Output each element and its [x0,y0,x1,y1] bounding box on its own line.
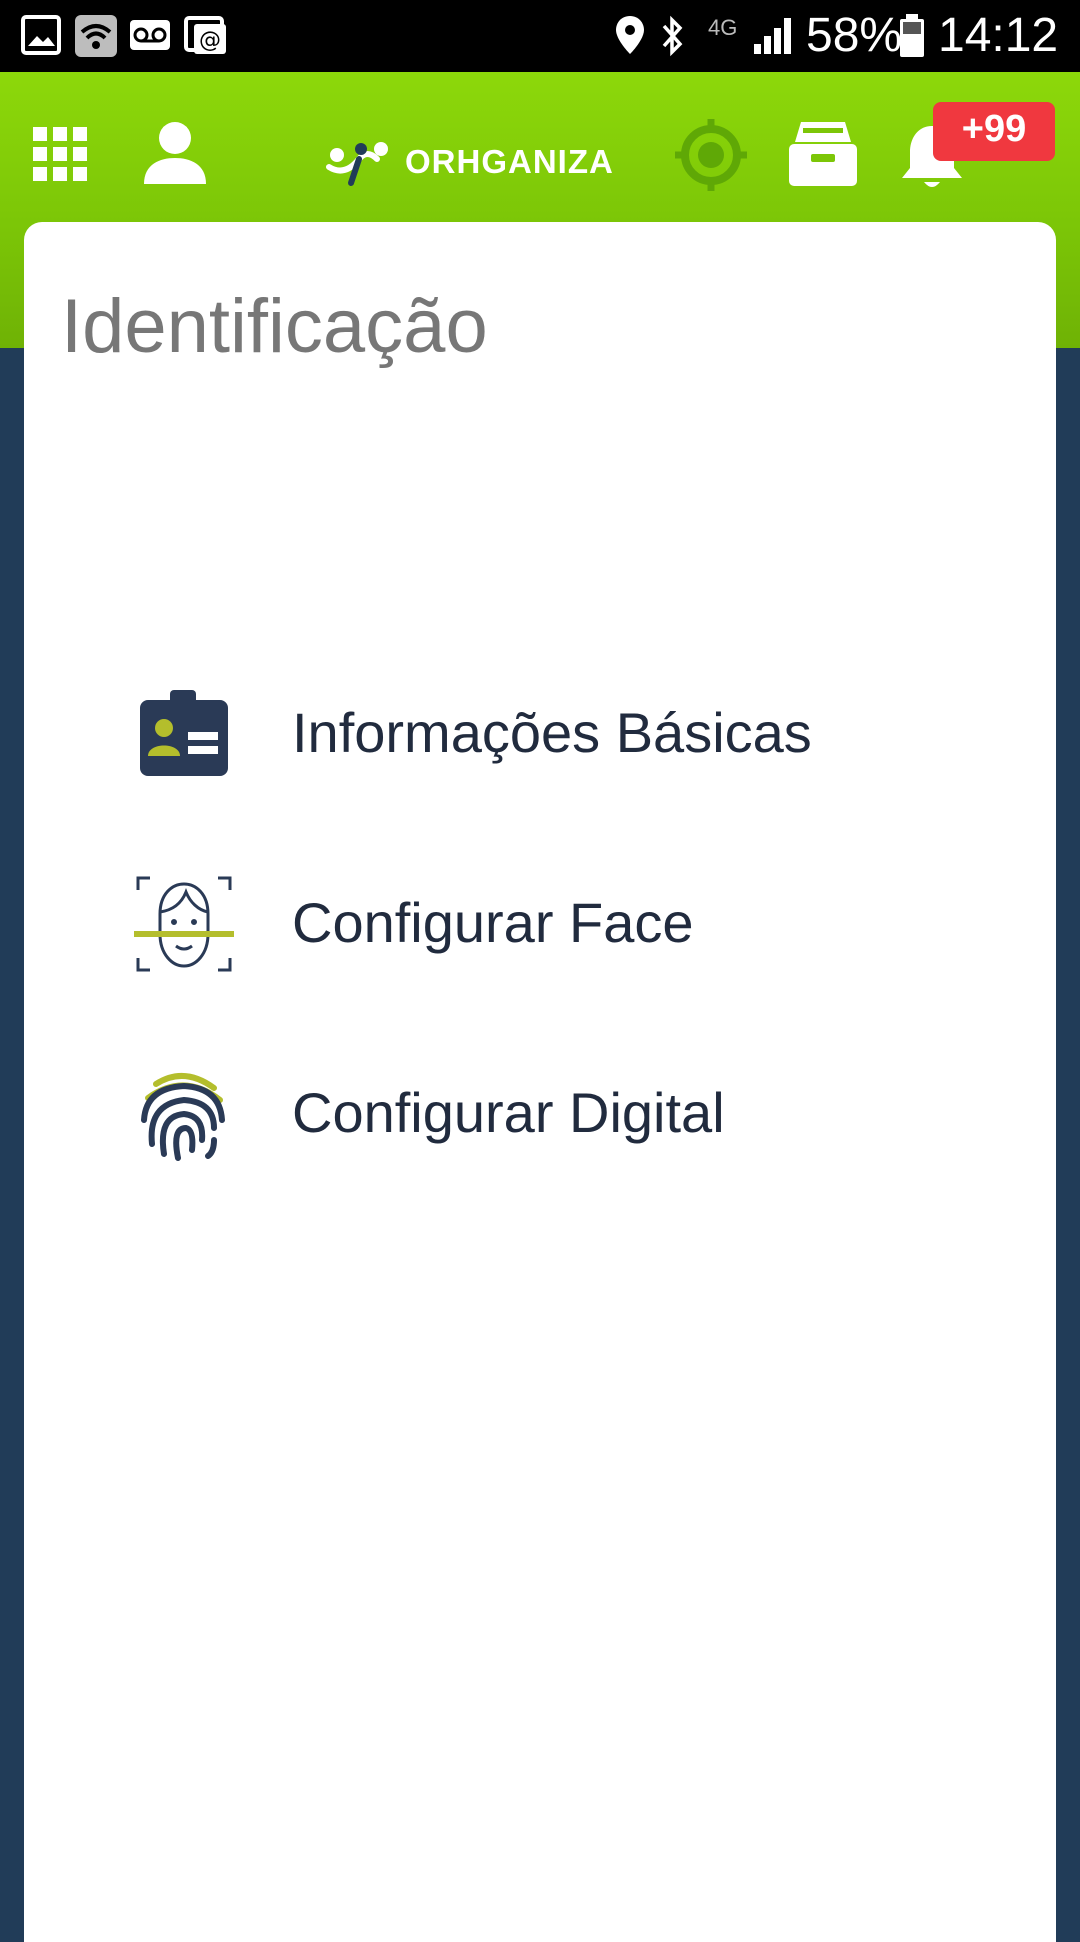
network-type-label: 4G [708,15,738,40]
apps-grid-icon[interactable] [33,127,87,181]
email-icon: @ [184,16,226,54]
notification-badge[interactable]: +99 [933,102,1055,161]
svg-text:@: @ [199,28,221,53]
page-title: Identificação [61,284,488,369]
location-icon [616,16,644,54]
face-scan-icon [134,876,234,972]
menu-item-configure-digital[interactable]: Configurar Digital [24,1042,1056,1182]
battery-icon [900,14,924,57]
inbox-icon[interactable] [787,118,859,190]
app-logo: ORHGANIZA [325,132,614,192]
identification-card: Identificação Informações Básicas Config… [24,222,1056,1942]
menu-item-label: Configurar Digital [292,1081,725,1144]
wifi-icon [75,15,117,57]
menu-item-basic-info[interactable]: Informações Básicas [24,662,1056,802]
clock: 14:12 [938,9,1059,62]
bluetooth-icon [662,15,683,57]
voicemail-icon [130,20,170,50]
target-icon[interactable] [673,117,749,193]
user-icon[interactable] [142,120,208,186]
gallery-icon [21,15,61,55]
logo-text: ORHGANIZA [405,143,614,180]
logo-mark-icon [326,142,388,186]
signal-icon [754,18,791,54]
fingerprint-icon [141,1072,225,1161]
id-badge-icon [140,690,228,776]
status-bar: @ 4G 58% 14:12 [0,0,1080,72]
menu-item-label: Informações Básicas [292,701,812,764]
battery-percent: 58% [806,9,903,62]
menu-item-label: Configurar Face [292,891,694,954]
menu-item-configure-face[interactable]: Configurar Face [24,852,1056,992]
